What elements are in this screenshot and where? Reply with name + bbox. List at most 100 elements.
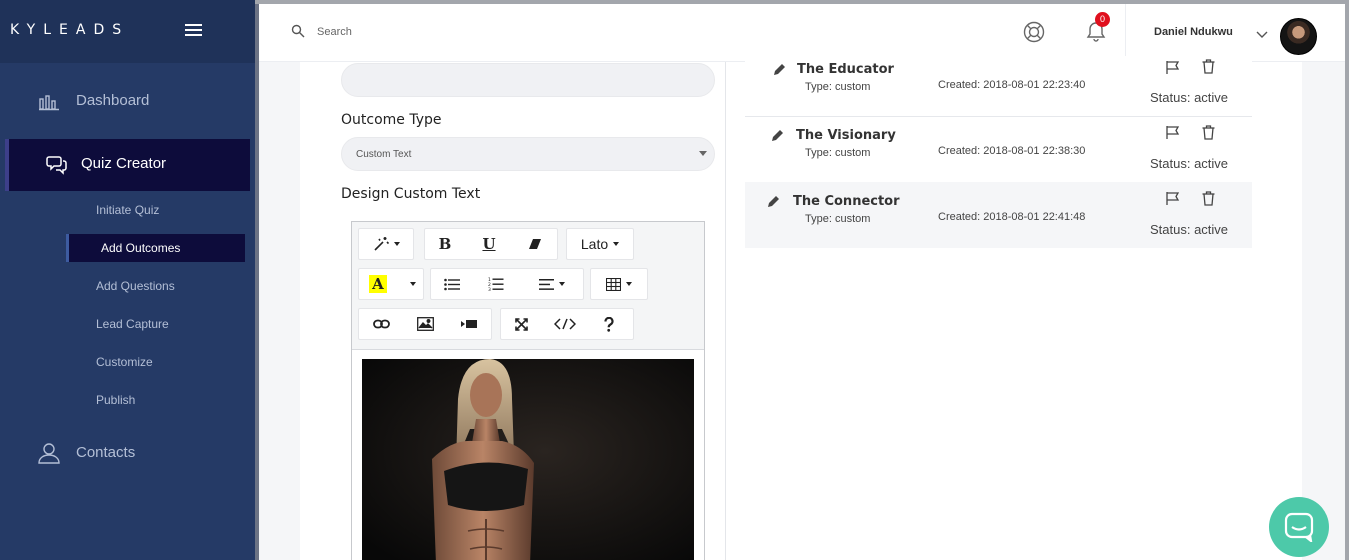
brand-logo[interactable]: KYLEADS [10, 22, 129, 38]
flag-icon[interactable] [1166, 191, 1180, 206]
outcome-type: Type: custom [805, 147, 871, 159]
trash-icon[interactable] [1202, 191, 1215, 206]
toolbar-group-view [500, 308, 634, 340]
sidebar-item-contacts[interactable]: Contacts [0, 428, 255, 480]
expand-icon [514, 317, 528, 331]
magic-wand-style-button[interactable] [359, 229, 413, 259]
sidebar-subitem-add-outcomes[interactable]: Add Outcomes [66, 234, 245, 262]
flag-icon[interactable] [1166, 125, 1180, 140]
link-icon [372, 319, 390, 329]
search-input[interactable] [317, 22, 617, 42]
hamburger-menu-icon[interactable] [185, 24, 202, 38]
notification-badge: 0 [1095, 12, 1110, 27]
bold-button[interactable]: B [425, 229, 465, 259]
outcome-status: Status: active [1150, 90, 1229, 105]
trash-icon[interactable] [1202, 59, 1215, 74]
outcome-created: Created: 2018-08-01 22:23:40 [938, 79, 1086, 91]
outcome-name-input[interactable] [341, 63, 715, 97]
chevron-down-icon[interactable] [1256, 31, 1268, 39]
sidebar-item-label: Contacts [76, 444, 136, 461]
flag-icon[interactable] [1166, 60, 1180, 75]
topbar-divider [1125, 4, 1126, 62]
magic-wand-icon [373, 237, 389, 251]
window-frame-right [1345, 0, 1349, 560]
unordered-list-button[interactable] [435, 269, 469, 299]
outcome-name[interactable]: The Connector [793, 194, 900, 209]
avatar[interactable] [1280, 18, 1317, 55]
design-custom-text-label: Design Custom Text [341, 186, 481, 202]
color-dropdown-button[interactable] [403, 269, 423, 299]
paragraph-align-dropdown[interactable] [523, 269, 581, 299]
top-bar: 0 Daniel Ndukwu [259, 4, 1345, 62]
question-icon [604, 316, 614, 332]
insert-image-button[interactable] [405, 309, 445, 339]
fitness-woman-image[interactable] [362, 359, 694, 560]
lifebuoy-help-icon[interactable] [1023, 21, 1045, 43]
editor-toolbar: B U Lato A 1 2 3 [352, 222, 704, 350]
toolbar-group-style [358, 228, 414, 260]
sidebar-item-dashboard[interactable]: Dashboard [0, 76, 255, 128]
chat-bubbles-icon [46, 156, 67, 175]
person-icon [38, 443, 60, 464]
insert-link-button[interactable] [361, 309, 401, 339]
video-icon [460, 320, 477, 328]
align-left-icon [539, 278, 554, 290]
eraser-icon [529, 239, 541, 249]
ordered-list-button[interactable]: 123 [479, 269, 513, 299]
chat-widget-button[interactable] [1269, 497, 1329, 557]
outcome-type-value: Custom Text [356, 149, 412, 160]
outcome-created: Created: 2018-08-01 22:41:48 [938, 211, 1086, 223]
pencil-edit-icon[interactable] [771, 129, 784, 142]
outcome-type: Type: custom [805, 81, 871, 93]
user-name[interactable]: Daniel Ndukwu [1154, 26, 1233, 38]
code-icon [554, 318, 576, 330]
sidebar-item-label: Quiz Creator [81, 155, 167, 172]
bullet-list-icon [444, 278, 460, 290]
toolbar-group-insert [358, 308, 492, 340]
fullscreen-button[interactable] [501, 309, 541, 339]
outcome-type: Type: custom [805, 213, 871, 225]
outcome-created: Created: 2018-08-01 22:38:30 [938, 145, 1086, 157]
pencil-edit-icon[interactable] [773, 63, 786, 76]
bar-chart-icon [39, 95, 59, 111]
font-family-dropdown[interactable]: Lato [567, 229, 633, 259]
outcome-type-select[interactable]: Custom Text [341, 137, 715, 171]
pencil-edit-icon[interactable] [767, 195, 780, 208]
sidebar: KYLEADS Dashboard Quiz Creator Initiate … [0, 0, 255, 560]
sidebar-subitem-lead-capture[interactable]: Lead Capture [96, 317, 169, 331]
outcome-row: The Connector Type: custom Created: 2018… [745, 182, 1252, 248]
outcome-row: The Educator Type: custom Created: 2018-… [745, 56, 1252, 122]
photo [362, 359, 694, 560]
toolbar-group-color: A [358, 268, 424, 300]
sidebar-item-quiz-creator[interactable]: Quiz Creator [5, 139, 250, 191]
outcome-name[interactable]: The Visionary [796, 128, 896, 143]
text-color-button[interactable]: A [363, 269, 393, 299]
main-area: 0 Daniel Ndukwu Outcome Type Custom Text… [259, 4, 1345, 560]
outcome-status: Status: active [1150, 156, 1229, 171]
font-family-value: Lato [580, 236, 609, 252]
insert-video-button[interactable] [449, 309, 489, 339]
eraser-button[interactable] [515, 229, 555, 259]
search-icon[interactable] [291, 24, 305, 38]
toolbar-group-font: B U [424, 228, 558, 260]
sidebar-item-label: Dashboard [76, 92, 150, 109]
sidebar-subitem-publish[interactable]: Publish [96, 393, 135, 407]
brand-header: KYLEADS [0, 0, 255, 63]
table-icon [606, 277, 621, 291]
sidebar-subitem-initiate-quiz[interactable]: Initiate Quiz [96, 203, 159, 217]
column-divider [725, 62, 726, 560]
outcome-type-label: Outcome Type [341, 112, 442, 128]
svg-text:3: 3 [488, 287, 491, 291]
underline-button[interactable]: U [469, 229, 509, 259]
sidebar-subitem-customize[interactable]: Customize [96, 355, 153, 369]
caret-down-icon [699, 151, 707, 156]
table-dropdown-button[interactable] [591, 269, 647, 299]
outcome-name[interactable]: The Educator [797, 62, 894, 77]
code-view-button[interactable] [545, 309, 585, 339]
toolbar-group-para: 123 [430, 268, 584, 300]
sidebar-subitem-add-questions[interactable]: Add Questions [96, 279, 175, 293]
trash-icon[interactable] [1202, 125, 1215, 140]
help-button[interactable] [589, 309, 629, 339]
chat-icon [1284, 512, 1314, 542]
toolbar-group-fontname: Lato [566, 228, 634, 260]
